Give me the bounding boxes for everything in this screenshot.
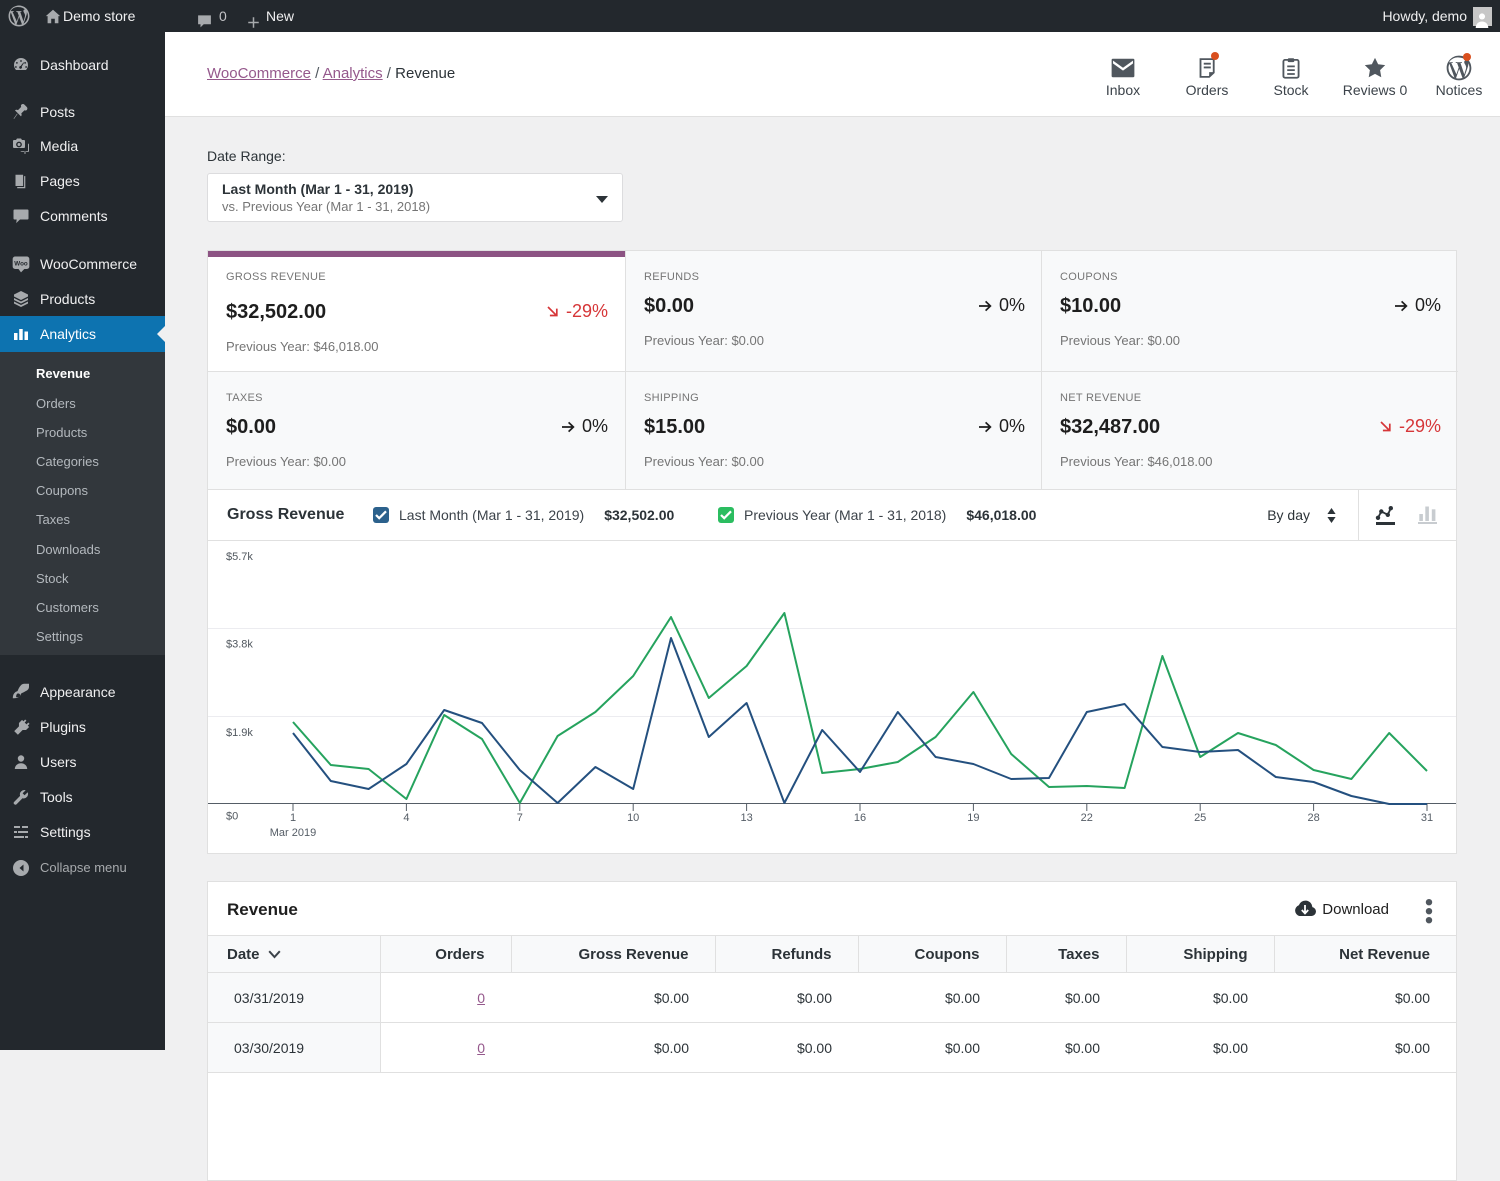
svg-text:Mar 2019: Mar 2019 xyxy=(270,827,316,839)
svg-text:19: 19 xyxy=(967,812,979,824)
svg-text:4: 4 xyxy=(403,812,409,824)
svg-text:13: 13 xyxy=(740,812,752,824)
svg-text:Woo: Woo xyxy=(14,260,28,267)
svg-text:$5.7k: $5.7k xyxy=(226,551,253,563)
svg-text:$0: $0 xyxy=(226,811,238,823)
svg-text:31: 31 xyxy=(1421,812,1433,824)
svg-text:16: 16 xyxy=(854,812,866,824)
svg-text:28: 28 xyxy=(1307,812,1319,824)
svg-text:25: 25 xyxy=(1194,812,1206,824)
svg-text:1: 1 xyxy=(290,812,296,824)
svg-text:$1.9k: $1.9k xyxy=(226,727,253,739)
svg-text:10: 10 xyxy=(627,812,639,824)
svg-text:22: 22 xyxy=(1081,812,1093,824)
svg-text:$3.8k: $3.8k xyxy=(226,639,253,651)
svg-text:7: 7 xyxy=(517,812,523,824)
